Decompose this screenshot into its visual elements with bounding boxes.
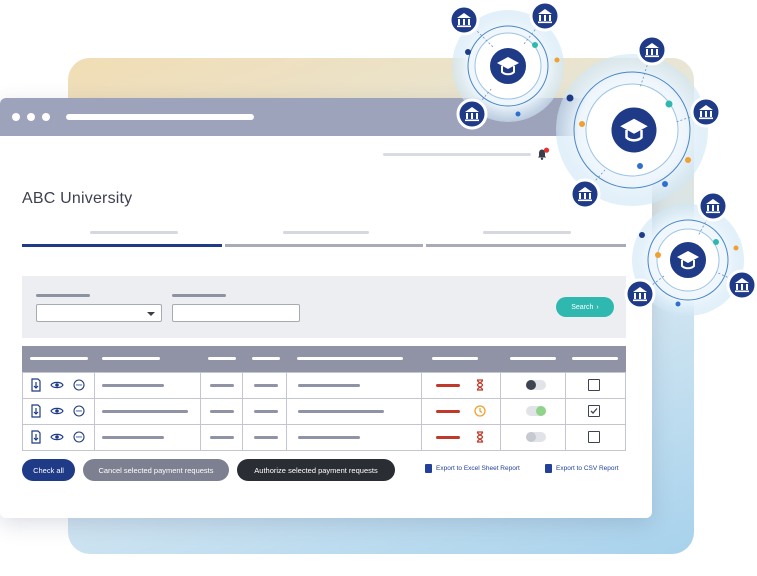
network-illustration [448,0,757,316]
bank-icon [448,4,480,36]
payments-table [22,346,626,451]
cell-value [298,384,360,387]
table-header [22,346,626,372]
excel-file-icon [425,464,432,473]
export-csv-label: Export to CSV Report [556,465,619,472]
column-header [572,357,618,360]
window-dot[interactable] [42,113,50,121]
row-actions [30,404,86,418]
column-header [208,357,236,360]
chevron-down-icon [147,312,155,316]
export-csv-link[interactable]: Export to CSV Report [545,464,619,473]
graduation-cap-icon [609,105,659,155]
toggle-knob [526,432,536,442]
table-row[interactable] [22,399,626,425]
step-label [283,231,369,234]
cell-value [436,436,460,439]
comment-icon[interactable] [72,430,86,444]
cell-value [102,436,164,439]
cancel-selected-button[interactable]: Cancel selected payment requests [83,459,229,481]
cell-value [210,410,234,413]
page-title: ABC University [22,190,133,207]
export-excel-label: Export to Excel Sheet Report [436,465,520,472]
download-icon[interactable] [30,404,42,418]
row-checkbox[interactable] [588,405,600,417]
download-icon[interactable] [30,378,42,392]
bank-icon [624,278,656,310]
bank-icon [456,98,488,130]
cell-value [254,384,278,387]
filter-label [36,294,90,297]
hourglass-icon [476,431,484,443]
cell-value [436,384,460,387]
row-actions [30,430,86,444]
cell-value [298,436,360,439]
bank-icon [636,34,668,66]
cell-value [102,384,164,387]
hourglass-icon [476,379,484,391]
column-header [30,357,88,360]
graduation-cap-icon [486,44,530,88]
graduation-cap-icon [666,238,710,282]
clock-icon [474,405,486,417]
table-row[interactable] [22,372,626,399]
toggle-switch[interactable] [526,380,546,390]
table-row[interactable] [22,425,626,451]
export-excel-link[interactable]: Export to Excel Sheet Report [425,464,520,473]
bank-icon [529,0,561,32]
toggle-knob [526,380,536,390]
toggle-switch[interactable] [526,406,546,416]
eye-icon[interactable] [50,378,64,392]
toggle-knob [536,406,546,416]
filter-select[interactable] [36,304,162,322]
bank-icon [726,269,757,301]
step-2-tab[interactable] [225,244,423,247]
column-header [510,357,556,360]
cell-value [102,410,188,413]
bank-icon [690,96,722,128]
check-all-button[interactable]: Check all [22,459,75,481]
toggle-switch[interactable] [526,432,546,442]
comment-icon[interactable] [72,404,86,418]
cell-value [254,436,278,439]
cell-value [210,384,234,387]
cell-value [298,410,384,413]
download-icon[interactable] [30,430,42,444]
filter-label [172,294,226,297]
authorize-selected-button[interactable]: Authorize selected payment requests [237,459,395,481]
bank-icon [569,178,601,210]
step-1-tab[interactable] [22,244,222,247]
cell-value [254,410,278,413]
cell-value [436,410,460,413]
eye-icon[interactable] [50,430,64,444]
column-header [102,357,160,360]
cell-value [210,436,234,439]
checkmark-icon [590,408,598,414]
step-label [90,231,178,234]
bank-icon [697,190,729,222]
filter-input[interactable] [172,304,300,322]
row-checkbox[interactable] [588,431,600,443]
window-dot[interactable] [27,113,35,121]
comment-icon[interactable] [72,378,86,392]
row-actions [30,378,86,392]
row-checkbox[interactable] [588,379,600,391]
eye-icon[interactable] [50,404,64,418]
csv-file-icon [545,464,552,473]
window-dot[interactable] [12,113,20,121]
column-header [252,357,280,360]
column-header [432,357,478,360]
column-header [297,357,403,360]
address-bar[interactable] [66,114,254,120]
